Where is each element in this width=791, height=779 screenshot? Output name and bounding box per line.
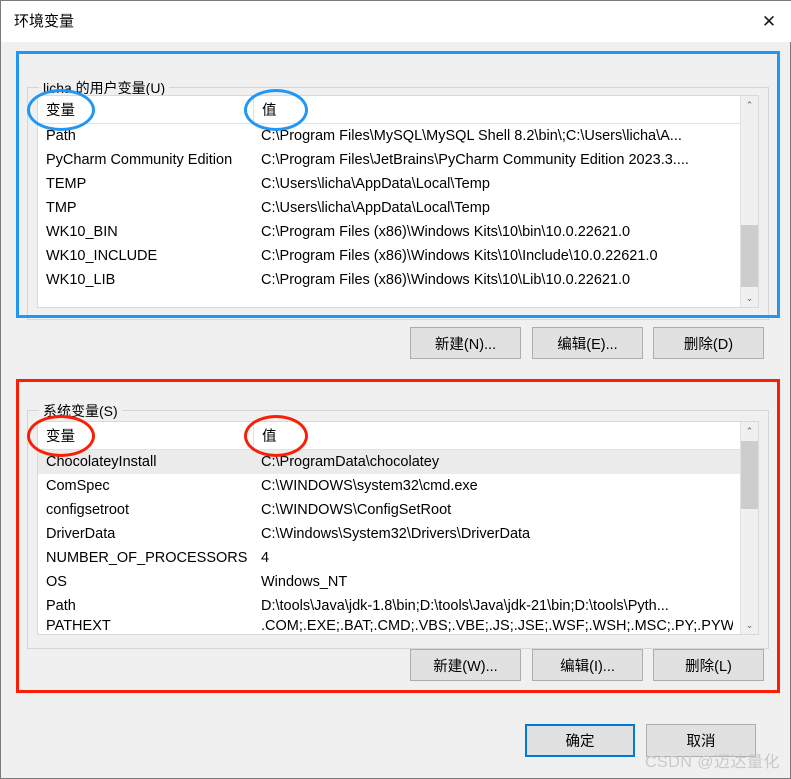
cell-variable-name: WK10_BIN bbox=[46, 224, 118, 240]
table-row[interactable]: ComSpec C:\WINDOWS\system32\cmd.exe bbox=[38, 474, 758, 498]
cell-variable-name: OS bbox=[46, 574, 67, 590]
cell-variable-name: Path bbox=[46, 128, 76, 144]
system-variables-list[interactable]: 变量 值 ChocolateyInstall C:\ProgramData\cho… bbox=[37, 421, 759, 635]
table-row[interactable]: WK10_BIN C:\Program Files (x86)\Windows K… bbox=[38, 220, 758, 244]
cell-variable-name: configsetroot bbox=[46, 502, 130, 518]
table-row[interactable]: ChocolateyInstall C:\ProgramData\chocolat… bbox=[38, 450, 758, 474]
table-row[interactable]: Path C:\Program Files\MySQL\MySQL Shell 8… bbox=[38, 124, 758, 148]
system-col-variable[interactable]: 变量 bbox=[38, 422, 253, 449]
cell-variable-value: C:\ProgramData\chocolatey bbox=[261, 454, 440, 470]
table-row[interactable]: TEMP C:\Users\licha\AppData\Local\Temp bbox=[38, 172, 758, 196]
ok-button[interactable]: 确定 bbox=[525, 724, 635, 757]
user-col-value[interactable]: 值 bbox=[253, 96, 733, 123]
system-list-header: 变量 值 bbox=[38, 422, 758, 450]
window-title: 环境变量 bbox=[14, 13, 75, 30]
cell-variable-name: DriverData bbox=[46, 526, 116, 542]
watermark: CSDN @迈达量化 bbox=[644, 754, 780, 771]
table-row[interactable]: DriverData C:\Windows\System32\Drivers\Dr… bbox=[38, 522, 758, 546]
cell-variable-value: C:\Program Files\JetBrains\PyCharm Commu… bbox=[261, 152, 689, 168]
cell-variable-name: ChocolateyInstall bbox=[46, 454, 157, 470]
close-icon[interactable]: ✕ bbox=[746, 1, 791, 42]
cell-variable-value: C:\Users\licha\AppData\Local\Temp bbox=[261, 176, 490, 192]
cell-variable-value: C:\WINDOWS\ConfigSetRoot bbox=[261, 502, 452, 518]
cell-variable-value: C:\WINDOWS\system32\cmd.exe bbox=[261, 478, 478, 494]
user-new-button[interactable]: 新建(N)... bbox=[410, 327, 521, 359]
cell-variable-value: C:\Program Files (x86)\Windows Kits\10\I… bbox=[261, 248, 658, 264]
cell-variable-name: PyCharm Community Edition bbox=[46, 152, 233, 168]
cell-variable-value: C:\Windows\System32\Drivers\DriverData bbox=[261, 526, 531, 542]
user-list-body: Path C:\Program Files\MySQL\MySQL Shell 8… bbox=[38, 124, 758, 308]
table-row[interactable]: Path D:\tools\Java\jdk-1.8\bin;D:\tools\J… bbox=[38, 594, 758, 618]
cell-variable-value: C:\Users\licha\AppData\Local\Temp bbox=[261, 200, 490, 216]
cell-variable-value: C:\Program Files (x86)\Windows Kits\10\b… bbox=[261, 224, 631, 240]
cell-variable-name: TEMP bbox=[46, 176, 87, 192]
system-edit-button[interactable]: 编辑(I)... bbox=[532, 649, 643, 681]
system-list-scrollbar[interactable]: ⌃ ⌄ bbox=[740, 422, 758, 634]
title-bar: 环境变量 ✕ bbox=[1, 1, 791, 42]
cell-variable-value: 4 bbox=[261, 550, 270, 566]
user-scrollbar-thumb[interactable] bbox=[741, 225, 758, 287]
user-variables-list[interactable]: 变量 值 Path C:\Program Files\MySQL\MySQL Sh… bbox=[37, 95, 759, 308]
system-list-body: ChocolateyInstall C:\ProgramData\chocolat… bbox=[38, 450, 758, 635]
table-row[interactable]: TMP C:\Users\licha\AppData\Local\Temp bbox=[38, 196, 758, 220]
cell-variable-value: Windows_NT bbox=[261, 574, 348, 590]
cell-variable-name: Path bbox=[46, 598, 76, 614]
table-row[interactable]: OS Windows_NT bbox=[38, 570, 758, 594]
user-col-variable[interactable]: 变量 bbox=[38, 96, 253, 123]
cell-variable-value: D:\tools\Java\jdk-1.8\bin;D:\tools\Java\… bbox=[261, 598, 669, 614]
user-edit-button[interactable]: 编辑(E)... bbox=[532, 327, 643, 359]
scroll-down-icon[interactable]: ⌄ bbox=[741, 289, 758, 307]
table-row[interactable]: WK10_LIB C:\Program Files (x86)\Windows K… bbox=[38, 268, 758, 292]
system-scrollbar-thumb[interactable] bbox=[741, 441, 758, 509]
system-new-button[interactable]: 新建(W)... bbox=[410, 649, 521, 681]
table-row[interactable]: WK10_INCLUDE C:\Program Files (x86)\Windo… bbox=[38, 244, 758, 268]
cell-variable-value: C:\Program Files\MySQL\MySQL Shell 8.2\b… bbox=[261, 128, 682, 144]
system-delete-button[interactable]: 删除(L) bbox=[653, 649, 764, 681]
cell-variable-name: PATHEXT bbox=[46, 618, 111, 634]
table-row[interactable]: PATHEXT .COM;.EXE;.BAT;.CMD;.VBS;.VBE;.JS… bbox=[38, 618, 758, 634]
cell-variable-value: C:\Program Files (x86)\Windows Kits\10\L… bbox=[261, 272, 631, 288]
table-row[interactable]: PyCharm Community Edition C:\Program File… bbox=[38, 148, 758, 172]
cell-variable-value: .COM;.EXE;.BAT;.CMD;.VBS;.VBE;.JS;.JSE;.… bbox=[261, 618, 733, 634]
user-list-scrollbar[interactable]: ⌃ ⌄ bbox=[740, 96, 758, 307]
cell-variable-name: TMP bbox=[46, 200, 77, 216]
scroll-down-icon[interactable]: ⌄ bbox=[741, 616, 758, 634]
cell-variable-name: WK10_INCLUDE bbox=[46, 248, 158, 264]
system-variables-legend: 系统变量(S) bbox=[39, 401, 122, 421]
user-list-header: 变量 值 bbox=[38, 96, 758, 124]
system-col-value[interactable]: 值 bbox=[253, 422, 733, 449]
cell-variable-name: NUMBER_OF_PROCESSORS bbox=[46, 550, 248, 566]
scroll-up-icon[interactable]: ⌃ bbox=[741, 96, 758, 114]
user-delete-button[interactable]: 删除(D) bbox=[653, 327, 764, 359]
scroll-up-icon[interactable]: ⌃ bbox=[741, 422, 758, 440]
environment-variables-dialog: 环境变量 ✕ licha 的用户变量(U) 变量 值 Path C:\Progra… bbox=[0, 0, 791, 779]
cell-variable-name: ComSpec bbox=[46, 478, 110, 494]
cell-variable-name: WK10_LIB bbox=[46, 272, 116, 288]
table-row[interactable]: configsetroot C:\WINDOWS\ConfigSetRoot bbox=[38, 498, 758, 522]
table-row[interactable]: NUMBER_OF_PROCESSORS 4 bbox=[38, 546, 758, 570]
